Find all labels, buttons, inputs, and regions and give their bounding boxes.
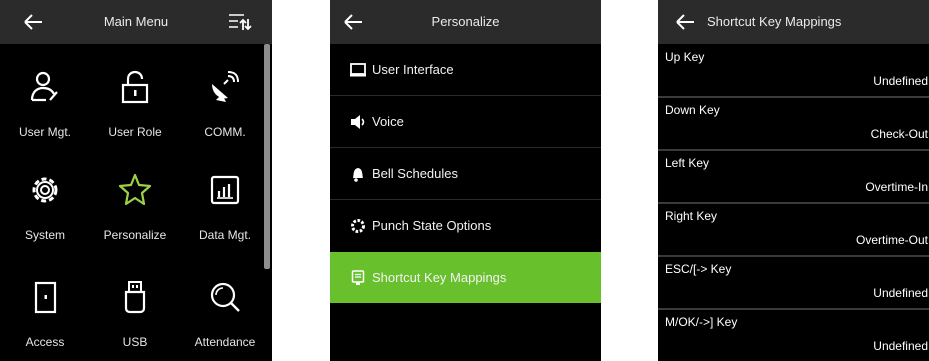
list-item-voice[interactable]: Voice	[330, 96, 601, 147]
gear-icon	[32, 177, 58, 203]
page-title: Shortcut Key Mappings	[707, 14, 842, 29]
list-item-label: Punch State Options	[372, 218, 492, 233]
user-icon	[30, 71, 58, 102]
speaker-icon	[351, 115, 365, 129]
menu-item-system[interactable]: System	[0, 155, 90, 255]
sort-menu-icon[interactable]	[228, 12, 252, 32]
main-menu-header: Main Menu	[0, 0, 272, 44]
menu-item-personalize[interactable]: Personalize	[90, 155, 180, 255]
menu-item-label: User Mgt.	[18, 125, 71, 139]
shortcut-key-label: Down Key	[665, 103, 720, 117]
menu-item-usb[interactable]: USB	[90, 262, 180, 361]
door-icon	[34, 281, 57, 314]
usb-drive-icon	[124, 281, 146, 314]
main-menu-screen: Main Menu User Mgt. User Role COMM. Syst…	[0, 0, 272, 361]
shortcut-key-label: Right Key	[665, 209, 718, 223]
shortcut-row-right-key[interactable]: Right Key Overtime-Out	[658, 204, 929, 255]
gear-icon	[351, 219, 365, 233]
shortcut-key-label: ESC/[-> Key	[665, 262, 732, 276]
menu-item-label: System	[24, 228, 65, 242]
shortcut-row-esc-key[interactable]: ESC/[-> Key Undefined	[658, 257, 929, 308]
shortcut-key-label: Left Key	[665, 156, 710, 170]
personalize-header: Personalize	[330, 0, 601, 44]
menu-item-label: User Role	[108, 125, 162, 139]
shortcut-key-value: Undefined	[873, 286, 928, 300]
keypad-icon	[351, 270, 365, 285]
shortcut-key-label: M/OK/->] Key	[665, 315, 738, 329]
bell-icon	[353, 168, 363, 182]
menu-item-data-mgt[interactable]: Data Mgt.	[180, 155, 270, 255]
monitor-icon	[350, 63, 366, 77]
shortcut-row-up-key[interactable]: Up Key Undefined	[658, 45, 929, 96]
menu-item-access[interactable]: Access	[0, 262, 90, 361]
back-arrow-icon[interactable]	[674, 11, 696, 33]
list-item-shortcut-key-mappings[interactable]: Shortcut Key Mappings	[330, 252, 601, 303]
shortcut-row-left-key[interactable]: Left Key Overtime-In	[658, 151, 929, 202]
lock-icon	[121, 70, 149, 104]
shortcut-key-label: Up Key	[665, 50, 705, 64]
bar-chart-icon	[210, 175, 240, 205]
shortcut-row-down-key[interactable]: Down Key Check-Out	[658, 98, 929, 149]
menu-item-user-mgt[interactable]: User Mgt.	[0, 52, 90, 152]
shortcut-row-ok-key[interactable]: M/OK/->] Key Undefined	[658, 310, 929, 361]
menu-item-label: USB	[122, 335, 148, 349]
magnifier-icon	[210, 282, 240, 312]
list-item-label: Shortcut Key Mappings	[372, 270, 507, 285]
menu-item-attendance[interactable]: Attendance	[180, 262, 270, 361]
shortcut-key-value: Undefined	[873, 339, 928, 353]
menu-item-label: COMM.	[204, 125, 246, 139]
personalize-screen: Personalize User Interface Voice Bell Sc…	[330, 0, 601, 361]
shortcut-header: Shortcut Key Mappings	[658, 0, 929, 44]
shortcut-key-value: Overtime-In	[865, 180, 928, 194]
star-icon	[118, 173, 152, 206]
list-item-bell-schedules[interactable]: Bell Schedules	[330, 148, 601, 199]
menu-item-label: Attendance	[194, 335, 256, 349]
menu-item-comm[interactable]: COMM.	[180, 52, 270, 152]
list-item-label: User Interface	[372, 62, 454, 77]
list-item-label: Bell Schedules	[372, 166, 458, 181]
list-item-label: Voice	[372, 114, 404, 129]
shortcut-key-value: Check-Out	[870, 127, 928, 141]
shortcut-key-mappings-screen: Shortcut Key Mappings Up Key Undefined D…	[658, 0, 929, 361]
list-item-user-interface[interactable]: User Interface	[330, 44, 601, 95]
page-title: Personalize	[431, 14, 500, 29]
menu-item-label: Personalize	[103, 228, 167, 242]
list-item-punch-state-options[interactable]: Punch State Options	[330, 200, 601, 251]
scrollbar[interactable]	[264, 44, 270, 269]
menu-item-user-role[interactable]: User Role	[90, 52, 180, 152]
menu-item-label: Data Mgt.	[198, 228, 252, 242]
satellite-dish-icon	[212, 71, 239, 102]
menu-item-label: Access	[25, 335, 65, 349]
shortcut-key-value: Overtime-Out	[855, 233, 928, 247]
shortcut-key-value: Undefined	[873, 74, 928, 88]
